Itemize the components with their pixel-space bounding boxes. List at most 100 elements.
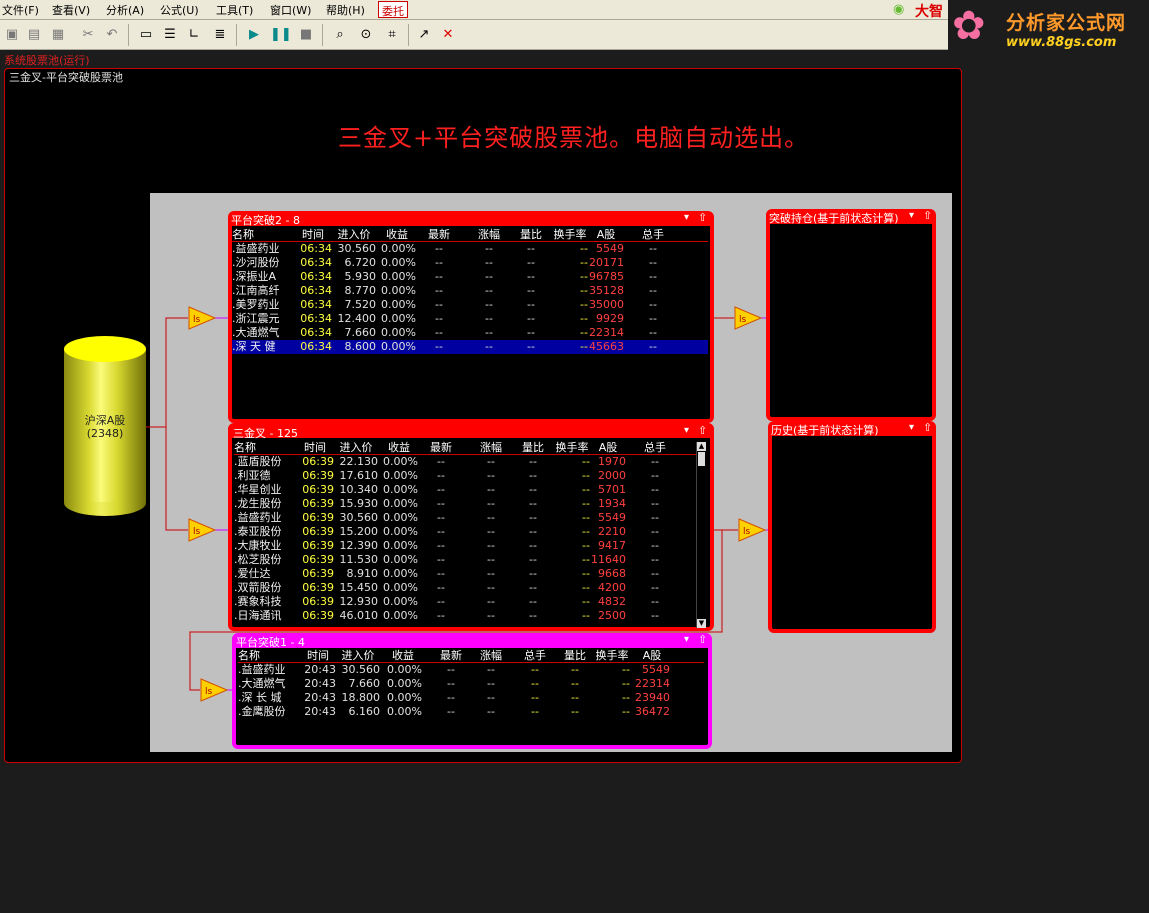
column-header[interactable]: 量比 [514, 228, 548, 242]
column-header[interactable]: A股 [634, 649, 670, 663]
dropdown-icon[interactable]: ▾ [684, 425, 689, 436]
table-row[interactable]: .沙河股份 06:34 6.720 0.00% -- -- -- -- 20171 -- [232, 256, 708, 270]
table-row[interactable]: .深振业A 06:34 5.930 0.00% -- -- -- -- 96785 -- [232, 270, 708, 284]
cell-value: -- [529, 609, 537, 622]
column-header[interactable]: 进入价 [336, 649, 380, 663]
column-header[interactable]: 进入价 [332, 228, 376, 242]
column-header[interactable]: 收益 [378, 228, 416, 242]
dropdown-icon[interactable]: ▾ [909, 210, 914, 221]
table-row[interactable]: .蓝盾股份 06:39 22.130 0.00% -- -- -- -- 1970 -- [234, 455, 696, 469]
table-row[interactable]: .益盛药业 06:34 30.560 0.00% -- -- -- -- 5549 -- [232, 242, 708, 256]
column-header[interactable]: 换手率 [554, 441, 590, 455]
column-header[interactable]: 涨幅 [474, 649, 508, 663]
column-header[interactable]: 总手 [638, 441, 672, 455]
table-row[interactable]: .大康牧业 06:39 12.390 0.00% -- -- -- -- 9417 -- [234, 539, 696, 553]
table-row[interactable]: .松芝股份 06:39 11.530 0.00% -- -- -- -- 11640 -- [234, 553, 696, 567]
cell-value: -- [435, 312, 443, 325]
cell-value: -- [529, 469, 537, 482]
table-row[interactable]: .浙江震元 06:34 12.400 0.00% -- -- -- -- 9929 -- [232, 312, 708, 326]
table-row[interactable]: .大通燃气 20:43 7.660 0.00% -- -- -- -- -- 22314 [238, 677, 704, 691]
table-row[interactable]: .泰亚股份 06:39 15.200 0.00% -- -- -- -- 2210 -- [234, 525, 696, 539]
column-header[interactable]: 名称 [238, 649, 296, 663]
scroll-thumb[interactable] [698, 452, 705, 466]
cell-value: -- [435, 298, 443, 311]
table-row[interactable]: .华星创业 06:39 10.340 0.00% -- -- -- -- 5701 -- [234, 483, 696, 497]
filter-node-icon[interactable]: ls [200, 678, 228, 702]
table-row[interactable]: .江南高纤 06:34 8.770 0.00% -- -- -- -- 35128 -- [232, 284, 708, 298]
dropdown-icon[interactable]: ▾ [684, 634, 689, 645]
filter-node-icon[interactable]: ls [734, 306, 762, 330]
table-row[interactable]: .大通燃气 06:34 7.660 0.00% -- -- -- -- 22314 -- [232, 326, 708, 340]
column-header[interactable]: 最新 [434, 649, 468, 663]
column-header[interactable]: 换手率 [594, 649, 630, 663]
column-header[interactable]: 时间 [294, 228, 332, 242]
column-header[interactable]: A股 [588, 228, 624, 242]
dropdown-icon[interactable]: ▾ [684, 212, 689, 223]
column-header[interactable]: 名称 [234, 441, 294, 455]
cell-value: 30.560 [341, 663, 381, 676]
table-row[interactable]: .益盛药业 06:39 30.560 0.00% -- -- -- -- 5549 -- [234, 511, 696, 525]
stock-name: .益盛药业 [238, 663, 286, 676]
cell-value: -- [485, 284, 493, 297]
column-header[interactable]: 收益 [380, 441, 418, 455]
cell-value: -- [529, 497, 537, 510]
column-header[interactable]: 最新 [422, 228, 456, 242]
collapse-icon[interactable]: ⇧ [923, 209, 932, 222]
table-row[interactable]: .美罗药业 06:34 7.520 0.00% -- -- -- -- 35000 -- [232, 298, 708, 312]
collapse-icon[interactable]: ⇧ [698, 633, 707, 646]
cell-value: -- [485, 242, 493, 255]
filter-node-icon[interactable]: ls [738, 518, 766, 542]
filter-node-icon[interactable]: ls [188, 306, 216, 330]
stock-name: .深 天 健 [232, 340, 276, 353]
dropdown-icon[interactable]: ▾ [909, 422, 914, 433]
cell-value: -- [529, 511, 537, 524]
table-row[interactable]: .利亚德 06:39 17.610 0.00% -- -- -- -- 2000 -- [234, 469, 696, 483]
stock-name: .泰亚股份 [234, 525, 282, 538]
column-header[interactable]: 时间 [300, 649, 336, 663]
filter-node-icon[interactable]: ls [188, 518, 216, 542]
cell-value: -- [437, 525, 445, 538]
collapse-icon[interactable]: ⇧ [923, 421, 932, 434]
golden-cross-scrollbar[interactable]: ▲ ▼ [696, 442, 706, 628]
column-header[interactable]: 涨幅 [472, 228, 506, 242]
column-header[interactable]: 涨幅 [474, 441, 508, 455]
cell-value: 9668 [598, 567, 626, 580]
stock-name: .江南高纤 [232, 284, 280, 297]
column-header[interactable]: 换手率 [552, 228, 588, 242]
scroll-up-icon[interactable]: ▲ [697, 442, 706, 451]
table-row[interactable]: .深 天 健 06:34 8.600 0.00% -- -- -- -- 45663 -- [232, 340, 708, 354]
holding-panel[interactable] [766, 209, 936, 421]
column-header[interactable]: 名称 [232, 228, 292, 242]
cell-value: -- [437, 609, 445, 622]
data-source-cylinder[interactable]: 沪深A股 (2348) [64, 336, 146, 516]
table-row[interactable]: .日海通讯 06:39 46.010 0.00% -- -- -- -- 2500 -- [234, 609, 696, 623]
column-header[interactable]: 量比 [558, 649, 592, 663]
table-row[interactable]: .金鹰股份 20:43 6.160 0.00% -- -- -- -- -- 36472 [238, 705, 704, 719]
cell-value: 22314 [589, 326, 624, 339]
cell-value: 18.800 [341, 691, 381, 704]
column-header[interactable]: 收益 [384, 649, 422, 663]
column-header[interactable]: 总手 [636, 228, 670, 242]
collapse-icon[interactable]: ⇧ [698, 211, 707, 224]
table-row[interactable]: .双箭股份 06:39 15.450 0.00% -- -- -- -- 4200 -- [234, 581, 696, 595]
scroll-down-icon[interactable]: ▼ [697, 619, 706, 628]
collapse-icon[interactable]: ⇧ [698, 424, 707, 437]
column-header[interactable]: 总手 [518, 649, 552, 663]
table-row[interactable]: .深 长 城 20:43 18.800 0.00% -- -- -- -- -- 23940 [238, 691, 704, 705]
cell-value: -- [487, 567, 495, 580]
table-row[interactable]: .爱仕达 06:39 8.910 0.00% -- -- -- -- 9668 -- [234, 567, 696, 581]
cell-value: -- [649, 326, 657, 339]
cell-value: -- [487, 497, 495, 510]
stock-name: .华星创业 [234, 483, 282, 496]
column-header[interactable]: 时间 [296, 441, 334, 455]
table-row[interactable]: .益盛药业 20:43 30.560 0.00% -- -- -- -- -- 5549 [238, 663, 704, 677]
column-header[interactable]: 进入价 [334, 441, 378, 455]
cell-value: 36472 [635, 705, 670, 718]
table-row[interactable]: .赛象科技 06:39 12.930 0.00% -- -- -- -- 4832 -- [234, 595, 696, 609]
history-panel[interactable] [768, 421, 936, 633]
cell-value: 4832 [598, 595, 626, 608]
column-header[interactable]: 最新 [424, 441, 458, 455]
column-header[interactable]: 量比 [516, 441, 550, 455]
column-header[interactable]: A股 [590, 441, 626, 455]
table-row[interactable]: .龙生股份 06:39 15.930 0.00% -- -- -- -- 1934 -- [234, 497, 696, 511]
